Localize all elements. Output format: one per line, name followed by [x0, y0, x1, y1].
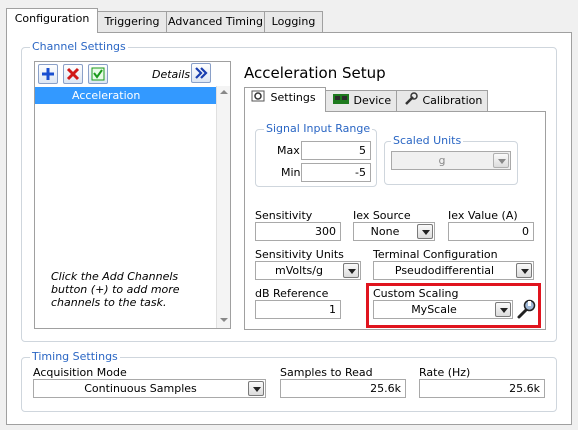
rate-label: Rate (Hz)	[419, 366, 471, 379]
subtab-device[interactable]: Device	[325, 90, 397, 112]
db-reference-input[interactable]: 1	[255, 300, 341, 319]
double-chevron-right-icon	[195, 67, 208, 79]
rate-input[interactable]: 25.6k	[419, 379, 545, 398]
iex-source-value: None	[370, 225, 400, 238]
samples-to-read-input[interactable]: 25.6k	[280, 379, 406, 398]
signal-input-range-title: Signal Input Range	[264, 122, 373, 135]
custom-scaling-value: MyScale	[411, 303, 457, 316]
subtab-settings-label: Settings	[270, 91, 316, 104]
iex-value-label: Iex Value (A)	[448, 209, 518, 222]
chevron-down-icon	[495, 302, 511, 317]
sensitivity-units-label: Sensitivity Units	[255, 248, 344, 261]
subtab-calibration[interactable]: Calibration	[396, 90, 488, 112]
add-channel-button[interactable]	[38, 64, 58, 84]
sensitivity-label: Sensitivity	[255, 209, 313, 222]
chevron-down-icon	[516, 263, 532, 278]
scaled-units-title: Scaled Units	[391, 134, 464, 147]
iex-source-label: Iex Source	[353, 209, 411, 222]
sensitivity-units-value: mVolts/g	[275, 264, 323, 277]
details-label: Details	[152, 68, 191, 81]
channel-list-item[interactable]: Acceleration	[35, 87, 216, 104]
timing-settings-title: Timing Settings	[30, 350, 120, 363]
acquisition-mode-value: Continuous Samples	[84, 382, 197, 395]
setup-title: Acceleration Setup	[244, 64, 386, 82]
scaled-units-value: g	[438, 154, 446, 167]
chevron-down-icon	[248, 381, 264, 396]
tab-logging[interactable]: Logging	[264, 11, 323, 33]
tab-triggering[interactable]: Triggering	[97, 11, 167, 33]
min-input[interactable]: -5	[301, 163, 371, 182]
calibration-wrench-icon	[405, 92, 418, 105]
custom-scaling-select[interactable]: MyScale	[373, 300, 513, 319]
channel-settings-title: Channel Settings	[30, 40, 128, 53]
check-arrow-icon	[91, 67, 105, 81]
db-reference-label: dB Reference	[255, 287, 329, 300]
chevron-down-icon	[493, 153, 509, 168]
subtab-calibration-label: Calibration	[422, 94, 483, 107]
terminal-configuration-select[interactable]: Pseudodifferential	[373, 261, 534, 280]
delete-x-icon	[66, 67, 80, 81]
wrench-icon	[517, 299, 536, 319]
chevron-down-icon	[417, 224, 433, 239]
channel-properties-button[interactable]	[88, 64, 108, 84]
chevron-down-icon	[343, 263, 359, 278]
settings-gear-icon	[251, 90, 265, 102]
sensitivity-units-select[interactable]: mVolts/g	[255, 261, 361, 280]
custom-scaling-wrench-button[interactable]	[515, 298, 537, 320]
channel-name: Acceleration	[72, 89, 141, 102]
samples-to-read-label: Samples to Read	[280, 366, 373, 379]
max-input[interactable]: 5	[301, 141, 371, 160]
plus-icon	[42, 68, 54, 80]
acquisition-mode-label: Acquisition Mode	[33, 366, 127, 379]
iex-source-select[interactable]: None	[353, 222, 435, 241]
min-label: Min	[281, 166, 301, 179]
device-board-icon	[333, 94, 349, 104]
scrollbar-arrows-icon	[220, 90, 228, 322]
tab-advanced-timing[interactable]: Advanced Timing	[166, 11, 265, 33]
iex-value-input[interactable]: 0	[448, 222, 534, 241]
max-label: Max	[277, 144, 300, 157]
subtab-settings[interactable]: Settings	[244, 87, 326, 112]
acquisition-mode-select[interactable]: Continuous Samples	[33, 379, 266, 398]
subtab-device-label: Device	[353, 94, 392, 107]
custom-scaling-label: Custom Scaling	[373, 287, 459, 300]
terminal-configuration-label: Terminal Configuration	[373, 248, 498, 261]
sensitivity-input[interactable]: 300	[255, 222, 341, 241]
channel-list-scrollbar[interactable]	[216, 86, 230, 328]
terminal-configuration-value: Pseudodifferential	[394, 264, 495, 277]
tab-configuration[interactable]: Configuration	[6, 8, 98, 33]
remove-channel-button[interactable]	[63, 64, 83, 84]
scaled-units-select[interactable]: g	[391, 151, 511, 170]
details-expand-button[interactable]	[191, 63, 211, 83]
add-channels-hint: Click the Add Channels button (+) to add…	[51, 270, 180, 309]
